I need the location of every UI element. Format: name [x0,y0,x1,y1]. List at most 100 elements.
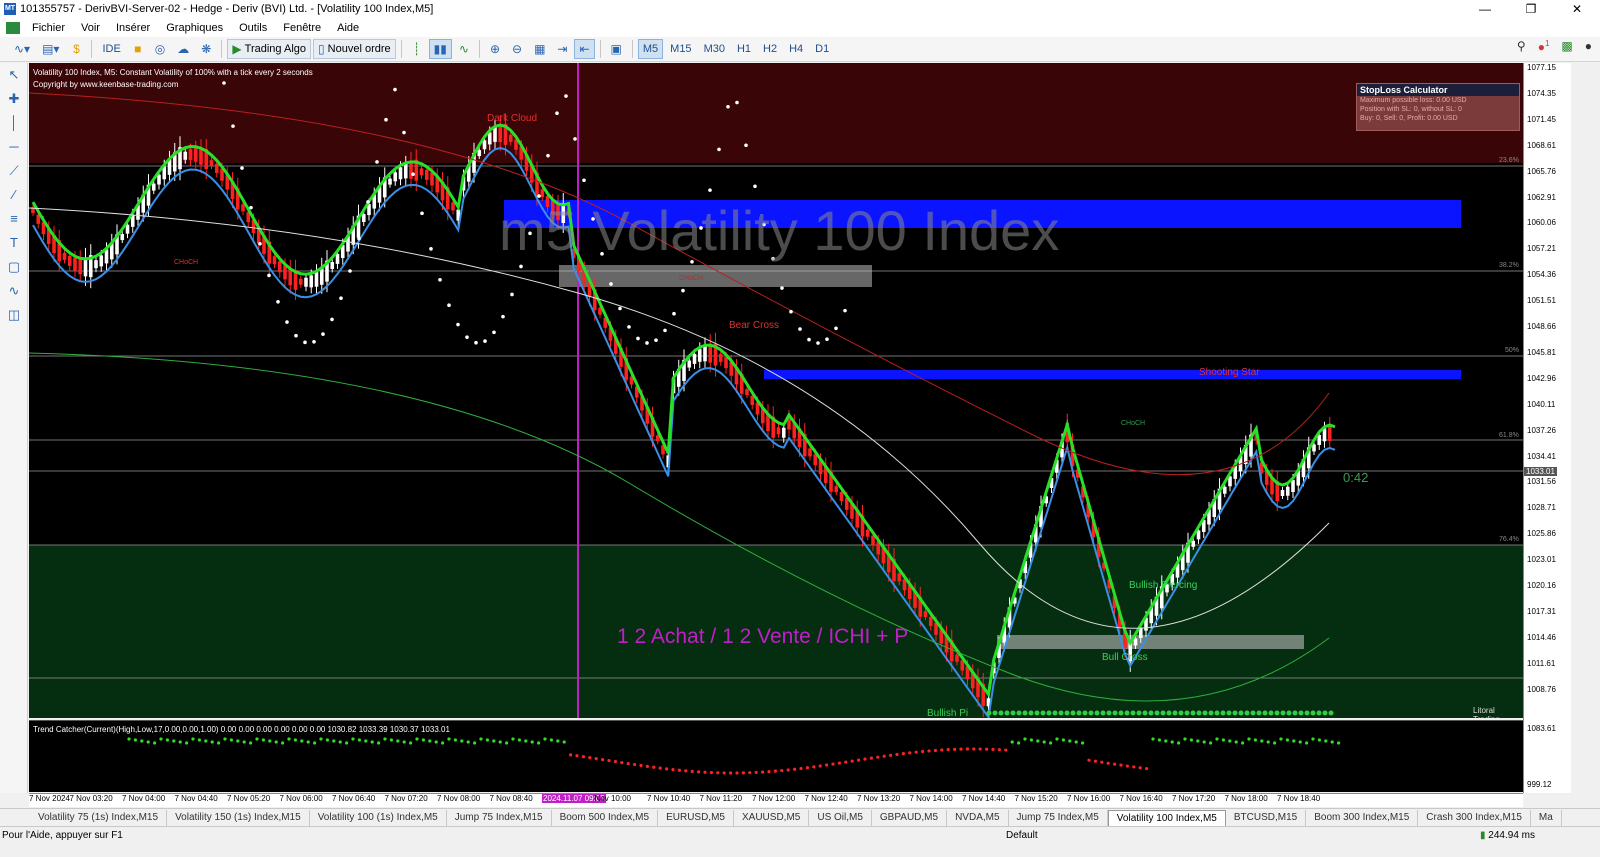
trend-catcher-dot [1234,740,1238,744]
trend-catcher-dot [1285,738,1289,742]
menu-fichier[interactable]: Fichier [24,22,73,34]
grid-icon[interactable]: ▦ [529,39,550,59]
candle-body [750,395,755,405]
sar-dot [474,340,478,345]
crosshair-icon[interactable]: ✚ [0,87,28,111]
chart-tab[interactable]: Crash 300 Index,M15 [1418,809,1531,826]
fibonacci-icon[interactable]: ≡ [0,207,28,231]
vertical-line-icon[interactable]: │ [0,111,28,135]
candle-body [151,183,156,191]
timeframe-m15[interactable]: M15 [665,39,696,59]
cursor-icon[interactable]: ↖ [0,63,28,87]
signal-dot [1148,710,1154,716]
minimize-icon[interactable]: — [1462,0,1508,18]
menu-fenetre[interactable]: Fenêtre [275,22,329,34]
market-icon[interactable]: $ [66,39,86,59]
search-icon[interactable]: ⚲ [1517,39,1526,54]
signal-dot [1034,710,1040,716]
signal-dot [1118,710,1124,716]
candle-body [692,353,697,364]
templates-dropdown-icon[interactable]: ▤▾ [37,39,64,59]
trend-catcher-dot [313,741,317,745]
chart-tab[interactable]: GBPAUD,M5 [872,809,948,826]
trading-algo-button[interactable]: ▶ Trading Algo [227,39,311,59]
trendline-icon[interactable]: ⟋ [0,159,28,183]
chart-tab[interactable]: EURUSD,M5 [658,809,734,826]
price-tick-label: 1074.35 [1527,88,1556,98]
status-profile[interactable]: Default [1006,830,1038,841]
chart-tab[interactable]: Jump 75 Index,M5 [1009,809,1108,826]
timeframe-h2[interactable]: H2 [758,39,782,59]
main-chart[interactable]: m5 Volatility 100 Index Volatility 100 I… [29,63,1523,718]
chart-tab[interactable]: NVDA,M5 [947,809,1009,826]
community-icon[interactable]: ❋ [196,39,216,59]
channel-icon[interactable]: ∕ [0,183,28,207]
timeframe-m30[interactable]: M30 [699,39,730,59]
line-icon[interactable]: ∿ [454,39,474,59]
candle-body [157,174,161,185]
menu-aide[interactable]: Aide [329,22,367,34]
signal-dot [986,710,992,716]
horizontal-line-icon[interactable]: ─ [0,135,28,159]
chart-tab[interactable]: US Oil,M5 [809,809,872,826]
time-axis[interactable]: 7 Nov 2024 7 Nov 03:20 7 Nov 04:00 7 Nov 04… [29,793,1523,807]
price-axis[interactable]: 1033.01 1083.61 999.12 1077.15 1074.35 107… [1523,63,1571,793]
trend-catcher-dot [690,769,694,774]
chart-tab[interactable]: Volatility 100 Index,M5 [1107,809,1226,826]
chart-tab[interactable]: Boom 300 Index,M15 [1306,809,1419,826]
time-tick-label: 7 Nov 2024 [29,794,70,803]
autoscroll-icon[interactable]: ⇥ [552,39,572,59]
signal-strength-icon[interactable]: ▩ [1561,39,1572,54]
trend-catcher-dot [543,737,547,741]
trend-catcher-dot [485,738,489,742]
indicator-panel[interactable]: Trend Catcher(Current)(High,Low,17,0.00,… [29,720,1523,792]
sar-dot [456,322,460,327]
timeframe-m5[interactable]: M5 [637,39,664,59]
sar-dot [438,277,442,282]
chart-tab[interactable]: Volatility 100 (1s) Index,M5 [310,809,447,826]
timeframe-d1[interactable]: D1 [810,39,834,59]
notifications-icon[interactable]: ●1 [1538,39,1550,54]
close-icon[interactable]: ✕ [1554,0,1600,18]
chart-tab[interactable]: Boom 500 Index,M5 [552,809,659,826]
candle-body [62,252,67,260]
candlestick-icon[interactable]: ▮▮ [428,39,452,59]
ide-button[interactable]: IDE [97,39,125,59]
elliott-icon[interactable]: ∿ [0,279,28,303]
trend-catcher-dot [946,748,950,752]
restore-icon[interactable]: ❐ [1508,0,1554,18]
trend-catcher-dot [466,740,470,744]
chart-tab[interactable]: Volatility 75 (1s) Index,M15 [30,809,168,826]
chart-tab[interactable]: XAUUSD,M5 [734,809,810,826]
menu-voir[interactable]: Voir [73,22,108,34]
menu-inserer[interactable]: Insérer [108,22,158,34]
trend-catcher-dot [383,737,387,741]
text-icon[interactable]: T [0,231,28,255]
vps-icon[interactable]: ☁ [172,39,194,59]
timeframe-h4[interactable]: H4 [784,39,808,59]
zoom-out-icon[interactable]: ⊖ [507,39,527,59]
chart-shift-icon[interactable]: ⇤ [574,39,595,59]
signal-icon[interactable]: ◎ [150,39,170,59]
chart-tab[interactable]: Ma [1531,809,1562,826]
trend-catcher-dot [997,748,1002,752]
candle-body [724,357,728,369]
screenshot-icon[interactable]: ▣ [606,39,627,59]
shapes-icon[interactable]: ▢ [0,255,28,279]
chart-tab[interactable]: Jump 75 Index,M15 [447,809,552,826]
timeframe-h1[interactable]: H1 [732,39,756,59]
chart-tab[interactable]: Volatility 150 (1s) Index,M15 [167,809,310,826]
menu-graphiques[interactable]: Graphiques [158,22,231,34]
lock-icon[interactable]: ■ [128,39,148,59]
account-icon[interactable]: ● [1585,39,1592,54]
zoom-in-icon[interactable]: ⊕ [485,39,505,59]
line-chart-dropdown-icon[interactable]: ∿▾ [9,39,35,59]
signal-dot [1196,710,1202,716]
new-order-button[interactable]: ▯ Nouvel ordre [313,39,396,59]
menu-outils[interactable]: Outils [231,22,275,34]
trend-catcher-dot [1164,739,1168,743]
objects-icon[interactable]: ◫ [0,303,28,327]
chart-tab[interactable]: BTCUSD,M15 [1226,809,1307,826]
sar-dot [609,282,613,286]
bar-chart-icon[interactable]: ┊ [407,39,427,59]
